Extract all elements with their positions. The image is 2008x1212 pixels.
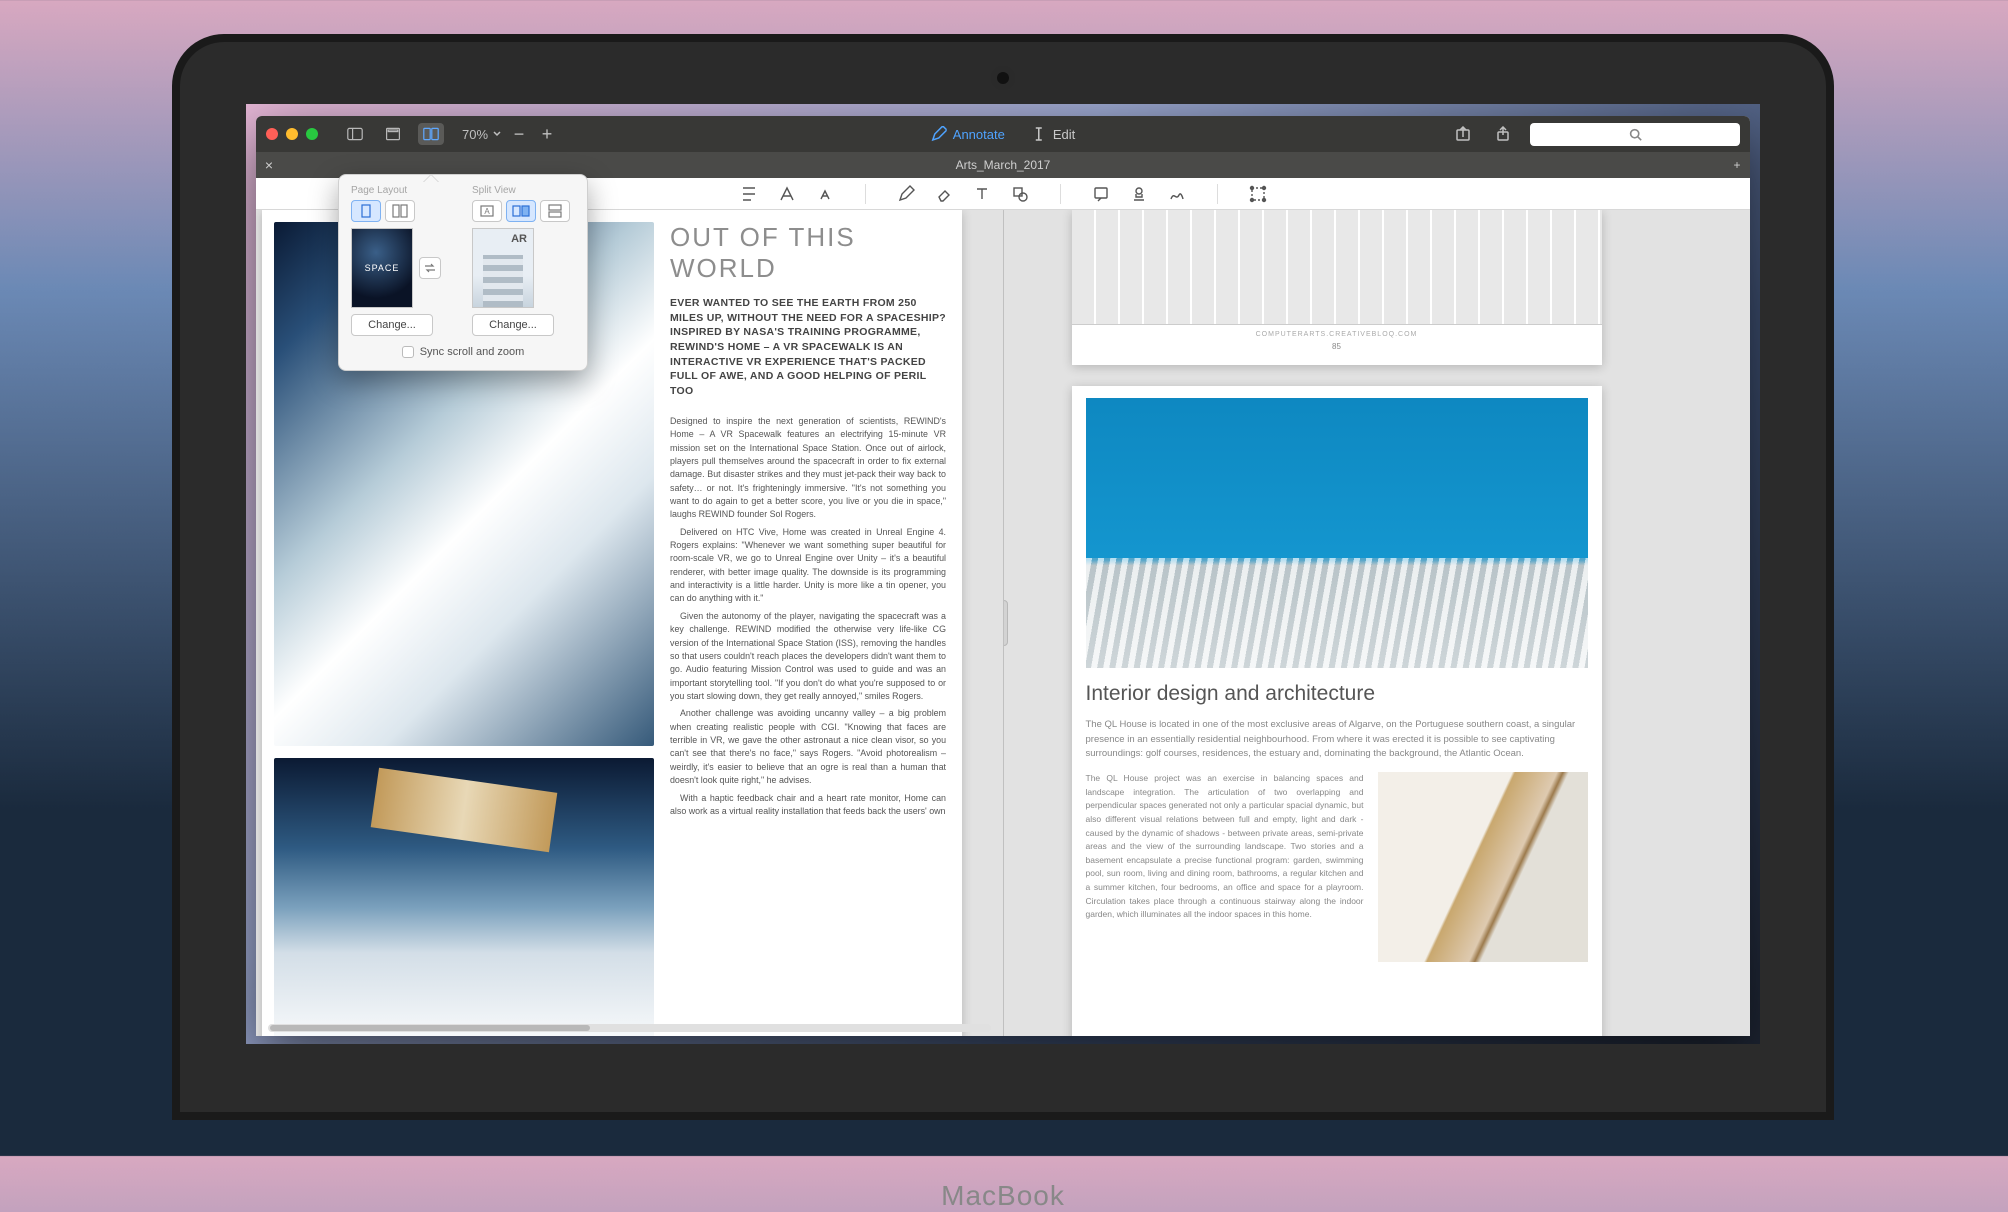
camera-icon xyxy=(997,72,1009,84)
shape-tool[interactable] xyxy=(1010,184,1030,204)
note-tool[interactable] xyxy=(1091,184,1111,204)
search-input[interactable] xyxy=(1530,123,1740,146)
iss-image xyxy=(274,758,654,1036)
font-large-tool[interactable] xyxy=(777,184,797,204)
building-elevation-image xyxy=(1072,210,1602,325)
svg-text:A: A xyxy=(484,207,490,216)
font-small-tool[interactable] xyxy=(815,184,835,204)
split-divider-handle[interactable] xyxy=(1004,600,1008,646)
article-title: OUT OF THIS WORLD xyxy=(670,222,946,284)
horizontal-scrollbar[interactable] xyxy=(268,1024,991,1032)
architecture-hero-image xyxy=(1086,398,1588,668)
split-view-vertical-button[interactable] xyxy=(540,200,570,222)
thumb-right-label: AR xyxy=(511,233,527,245)
layout-popover: Page Layout SPACE xyxy=(338,174,588,371)
popover-heading-split-view: Split View xyxy=(472,185,575,196)
sync-checkbox[interactable] xyxy=(402,346,414,358)
close-window-icon[interactable] xyxy=(266,128,278,140)
article-p: Given the autonomy of the player, naviga… xyxy=(670,610,946,704)
swap-icon xyxy=(423,261,437,275)
edit-label: Edit xyxy=(1053,127,1075,142)
tab-close-button[interactable]: × xyxy=(256,157,282,173)
staircase-image xyxy=(1378,772,1588,962)
change-left-button[interactable]: Change... xyxy=(351,314,433,336)
signature-tool[interactable] xyxy=(1167,184,1187,204)
article-p: Designed to inspire the next generation … xyxy=(670,415,946,522)
tab-add-button[interactable]: + xyxy=(1724,158,1750,172)
arch-lead: The QL House is located in one of the mo… xyxy=(1086,718,1588,762)
article-p: With a haptic feedback chair and a heart… xyxy=(670,792,946,819)
separator xyxy=(1060,184,1061,204)
search-icon xyxy=(1629,128,1642,141)
text-cursor-icon xyxy=(1031,126,1047,142)
popover-heading-page-layout: Page Layout xyxy=(351,185,454,196)
article-column: OUT OF THIS WORLD EVER WANTED TO SEE THE… xyxy=(670,222,946,1036)
laptop-brand-label: MacBook xyxy=(941,1180,1065,1212)
zoom-in-button[interactable]: + xyxy=(536,123,558,145)
laptop-screen: 70% − + Annotate Edit xyxy=(246,104,1760,1044)
arch-two-column: The QL House project was an exercise in … xyxy=(1086,772,1588,962)
split-view-off-button[interactable]: A xyxy=(472,200,502,222)
window-controls xyxy=(266,128,318,140)
split-view-horizontal-button[interactable] xyxy=(506,200,536,222)
arch-title: Interior design and architecture xyxy=(1086,682,1588,706)
sync-option[interactable]: Sync scroll and zoom xyxy=(351,346,575,358)
annotate-label: Annotate xyxy=(953,127,1005,142)
tab-title: Arts_March_2017 xyxy=(956,158,1051,172)
zoom-control: 70% − + xyxy=(462,123,558,145)
selection-tool[interactable] xyxy=(1248,184,1268,204)
eraser-tool[interactable] xyxy=(934,184,954,204)
mode-switch: Annotate Edit xyxy=(931,126,1075,142)
sidebar-toggle-button[interactable] xyxy=(342,123,368,145)
thumb-left-label: SPACE xyxy=(365,263,400,273)
sync-label: Sync scroll and zoom xyxy=(420,346,525,358)
separator xyxy=(1217,184,1218,204)
article-p: Delivered on HTC Vive, Home was created … xyxy=(670,526,946,606)
right-page-main: Interior design and architecture The QL … xyxy=(1072,386,1602,1036)
chevron-down-icon xyxy=(492,129,502,139)
swap-documents-button[interactable] xyxy=(419,257,441,279)
right-pane[interactable]: COMPUTERARTS.CREATIVEBLOQ.COM 85 Interio… xyxy=(1004,210,1751,1036)
text-select-tool[interactable] xyxy=(739,184,759,204)
share-button[interactable] xyxy=(1490,123,1516,145)
app-window: 70% − + Annotate Edit xyxy=(256,116,1750,1036)
split-view-button[interactable] xyxy=(418,123,444,145)
text-tool[interactable] xyxy=(972,184,992,204)
titlebar: 70% − + Annotate Edit xyxy=(256,116,1750,152)
pencil-icon xyxy=(931,126,947,142)
article-p: Another challenge was avoiding uncanny v… xyxy=(670,707,946,787)
zoom-value: 70% xyxy=(462,127,488,142)
change-right-button[interactable]: Change... xyxy=(472,314,554,336)
page-number: 85 xyxy=(1072,338,1602,351)
annotate-mode-button[interactable]: Annotate xyxy=(931,126,1005,142)
page-caption: COMPUTERARTS.CREATIVEBLOQ.COM xyxy=(1072,325,1602,338)
page-layout-double-button[interactable] xyxy=(385,200,415,222)
stamp-tool[interactable] xyxy=(1129,184,1149,204)
right-page-top: COMPUTERARTS.CREATIVEBLOQ.COM 85 xyxy=(1072,210,1602,365)
article-lead: EVER WANTED TO SEE THE EARTH FROM 250 MI… xyxy=(670,296,946,399)
thumb-left: SPACE xyxy=(351,228,413,308)
zoom-select[interactable]: 70% xyxy=(462,127,502,142)
pen-tool[interactable] xyxy=(896,184,916,204)
arch-body: The QL House project was an exercise in … xyxy=(1086,772,1364,962)
laptop-frame: 70% − + Annotate Edit xyxy=(180,42,1826,1112)
thumb-right: AR xyxy=(472,228,534,308)
minimize-window-icon[interactable] xyxy=(286,128,298,140)
article-body: Designed to inspire the next generation … xyxy=(670,415,946,818)
page-view-button[interactable] xyxy=(380,123,406,145)
export-button[interactable] xyxy=(1450,123,1476,145)
page-layout-single-button[interactable] xyxy=(351,200,381,222)
maximize-window-icon[interactable] xyxy=(306,128,318,140)
zoom-out-button[interactable]: − xyxy=(508,123,530,145)
separator xyxy=(865,184,866,204)
edit-mode-button[interactable]: Edit xyxy=(1031,126,1075,142)
